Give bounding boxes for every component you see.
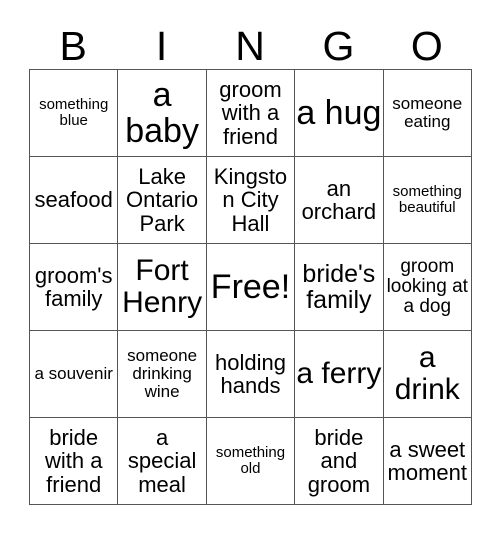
bingo-cell-free[interactable]: Free! (206, 244, 296, 331)
bingo-cell-label: something blue (39, 96, 109, 129)
bingo-header-letter-n: N (235, 23, 265, 69)
bingo-cell-label: something old (215, 444, 286, 477)
bingo-cell-label: Fort Henry (122, 254, 203, 319)
bingo-cell[interactable]: Fort Henry (118, 244, 207, 331)
bingo-cell-label: a hug (296, 93, 382, 132)
bingo-cell[interactable]: Lake Ontario Park (118, 157, 207, 244)
bingo-cell[interactable]: a ferry (295, 331, 384, 418)
bingo-cell-label: a special meal (127, 425, 197, 497)
bingo-cell[interactable]: a sweet moment (383, 418, 472, 505)
bingo-free-label: Free! (210, 267, 291, 306)
bingo-header-row: B I N G O (29, 8, 471, 69)
bingo-cell-label: bride and groom (307, 425, 371, 497)
bingo-cell[interactable]: an orchard (295, 157, 384, 244)
bingo-cell[interactable]: holding hands (206, 331, 296, 418)
bingo-cell[interactable]: someone eating (383, 70, 472, 157)
bingo-row: something blue a baby groom with a frien… (30, 70, 472, 157)
bingo-cell[interactable]: bride and groom (295, 418, 384, 505)
bingo-cell[interactable]: groom looking at a dog (383, 244, 472, 331)
bingo-cell-label: someone eating (392, 93, 463, 131)
bingo-cell-label: holding hands (215, 349, 286, 398)
bingo-cell[interactable]: a special meal (118, 418, 207, 505)
bingo-cell-label: Kingston City Hall (213, 164, 288, 236)
bingo-cell-label: a drink (394, 341, 460, 406)
bingo-cell-label: groom's family (34, 262, 113, 311)
bingo-cell[interactable]: someone drinking wine (118, 331, 207, 418)
bingo-header-letter-i: I (155, 23, 168, 69)
bingo-cell-label: Lake Ontario Park (126, 164, 199, 236)
bingo-cell-label: a souvenir (34, 363, 113, 383)
bingo-cell[interactable]: bride's family (295, 244, 384, 331)
bingo-cell-label: a baby (125, 75, 199, 150)
bingo-cell-label: something beautiful (392, 183, 462, 216)
bingo-header-letter-g: G (322, 23, 355, 69)
bingo-cell-label: groom looking at a dog (386, 255, 468, 318)
bingo-cell[interactable]: Kingston City Hall (206, 157, 296, 244)
bingo-cell[interactable]: groom's family (30, 244, 119, 331)
bingo-cell-label: a ferry (296, 357, 382, 391)
bingo-row: seafood Lake Ontario Park Kingston City … (30, 157, 472, 244)
bingo-cell[interactable]: a baby (118, 70, 207, 157)
bingo-header-letter-o: O (410, 23, 443, 69)
bingo-cell-label: bride's family (302, 259, 376, 314)
bingo-row: bride with a friend a special meal somet… (30, 418, 472, 505)
bingo-cell[interactable]: something blue (30, 70, 119, 157)
bingo-cell-label: a sweet moment (387, 436, 467, 485)
bingo-cell[interactable]: a drink (383, 331, 472, 418)
bingo-cell[interactable]: a hug (295, 70, 384, 157)
bingo-cell[interactable]: seafood (30, 157, 119, 244)
bingo-cell-label: groom with a friend (219, 77, 282, 149)
bingo-cell[interactable]: something old (206, 418, 296, 505)
bingo-card: B I N G O something blue a baby groom wi… (29, 8, 472, 505)
bingo-cell[interactable]: something beautiful (383, 157, 472, 244)
bingo-row: groom's family Fort Henry Free! bride's … (30, 244, 472, 331)
bingo-row: a souvenir someone drinking wine holding… (30, 331, 472, 418)
bingo-cell[interactable]: a souvenir (30, 331, 119, 418)
bingo-header-letter-b: B (59, 23, 87, 69)
bingo-grid: something blue a baby groom with a frien… (29, 69, 472, 505)
bingo-cell[interactable]: groom with a friend (206, 70, 296, 157)
bingo-cell[interactable]: bride with a friend (30, 418, 119, 505)
bingo-cell-label: an orchard (301, 175, 377, 224)
bingo-cell-label: someone drinking wine (127, 345, 198, 401)
bingo-cell-label: bride with a friend (44, 425, 103, 497)
bingo-cell-label: seafood (34, 187, 113, 213)
